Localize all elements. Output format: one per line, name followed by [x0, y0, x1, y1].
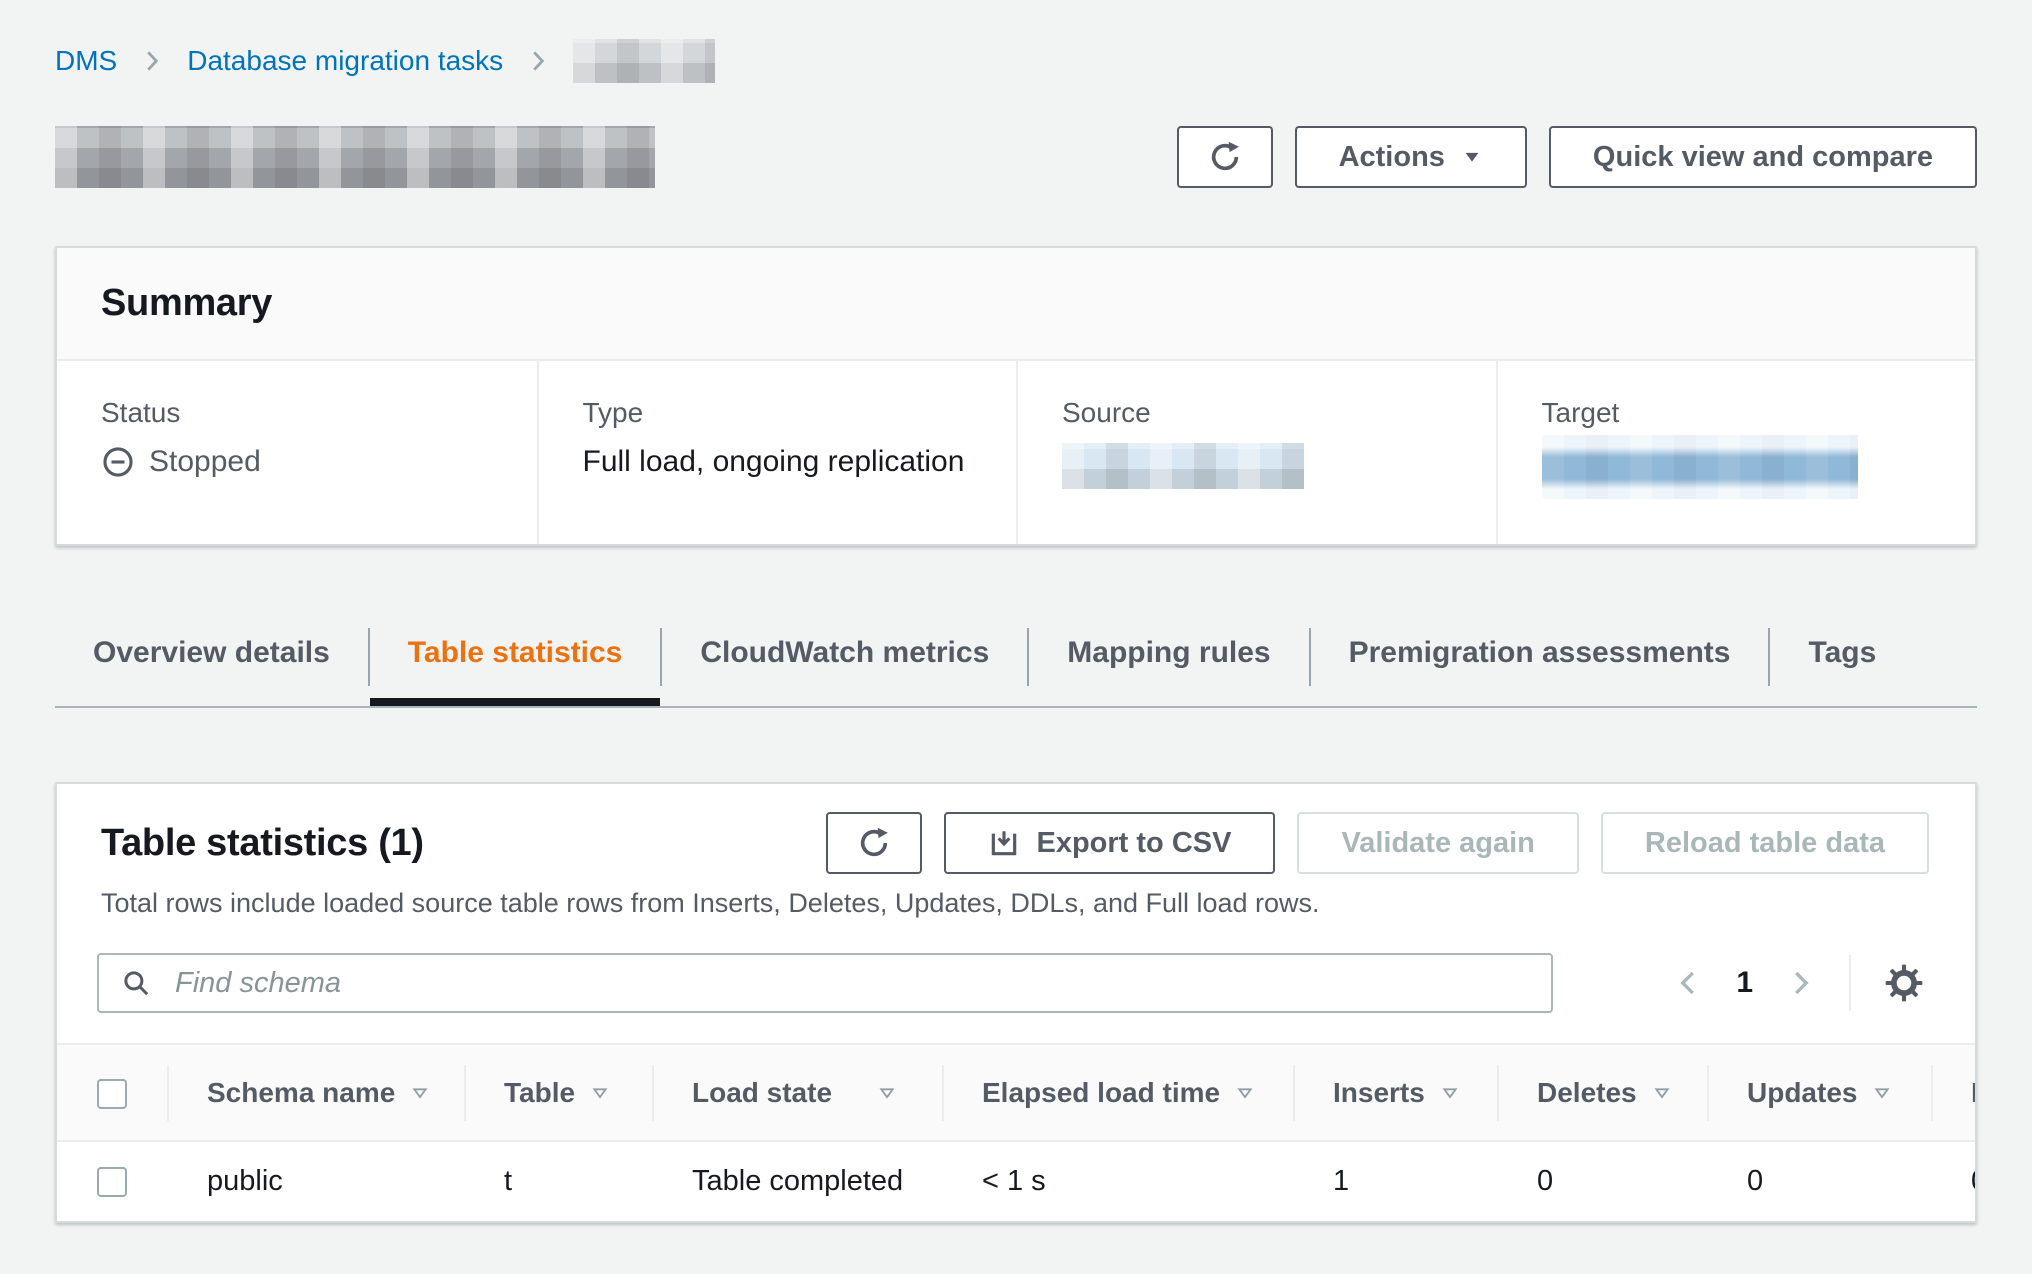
sort-caret-icon[interactable] [1871, 1082, 1893, 1104]
column-header-load-state[interactable]: Load state [652, 1045, 942, 1141]
target-label: Target [1542, 397, 1956, 429]
validate-again-button[interactable]: Validate again [1297, 812, 1578, 874]
chevron-right-icon [1785, 968, 1815, 998]
source-label: Source [1062, 397, 1476, 429]
schema-search [97, 953, 1553, 1013]
column-header-inserts[interactable]: Inserts [1293, 1045, 1497, 1141]
table-statistics-title: Table statistics (1) [101, 822, 424, 865]
pagination: 1 [1668, 955, 1929, 1011]
tab-bar: Overview details Table statistics CloudW… [55, 618, 1977, 708]
table-statistics-table: Schema name Table Load state Elapsed loa… [57, 1043, 1975, 1221]
next-page-button[interactable] [1779, 962, 1821, 1004]
find-schema-input[interactable] [97, 953, 1553, 1013]
header-actions: Actions Quick view and compare [1177, 126, 1977, 188]
type-value: Full load, ongoing replication [583, 445, 965, 479]
column-header-table[interactable]: Table [464, 1045, 652, 1141]
status-value: Stopped [149, 445, 261, 479]
table-statistics-actions: Export to CSV Validate again Reload tabl… [826, 812, 1929, 874]
refresh-icon [1208, 140, 1242, 174]
quick-view-compare-button[interactable]: Quick view and compare [1549, 126, 1977, 188]
search-icon [121, 968, 151, 998]
column-header-deletes[interactable]: Deletes [1497, 1045, 1707, 1141]
sort-caret-icon[interactable] [409, 1082, 431, 1104]
reload-table-data-label: Reload table data [1645, 827, 1885, 860]
gear-icon [1885, 964, 1923, 1002]
page-header: Actions Quick view and compare [55, 126, 1977, 188]
page-title-redacted [55, 126, 655, 188]
column-header-updates[interactable]: Updates [1707, 1045, 1931, 1141]
tab-table-statistics[interactable]: Table statistics [370, 618, 661, 706]
summary-title: Summary [101, 282, 1931, 325]
refresh-icon [857, 826, 891, 860]
breadcrumb-link-dms[interactable]: DMS [55, 45, 117, 77]
type-label: Type [583, 397, 997, 429]
cell-elapsed-load-time: < 1 s [942, 1141, 1293, 1221]
cell-updates: 0 [1707, 1141, 1931, 1221]
cell-schema-name: public [167, 1141, 464, 1221]
stopped-status-icon [101, 445, 135, 479]
tab-cloudwatch-metrics[interactable]: CloudWatch metrics [662, 618, 1027, 706]
current-page-number: 1 [1736, 966, 1753, 1000]
actions-button-label: Actions [1339, 141, 1445, 174]
column-header-elapsed-load-time[interactable]: Elapsed load time [942, 1045, 1293, 1141]
quick-view-button-label: Quick view and compare [1593, 141, 1933, 174]
previous-page-button[interactable] [1668, 962, 1710, 1004]
breadcrumb-chevron-icon [139, 48, 165, 74]
breadcrumb-chevron-icon [525, 48, 551, 74]
summary-field-type: Type Full load, ongoing replication [537, 361, 1017, 544]
summary-panel-header: Summary [57, 248, 1975, 361]
table-toolbar: 1 [57, 919, 1975, 1043]
select-all-checkbox[interactable] [97, 1079, 127, 1109]
tab-overview-details[interactable]: Overview details [55, 618, 368, 706]
table-statistics-panel: Table statistics (1) Export to CSV [55, 782, 1977, 1223]
reload-table-data-button[interactable]: Reload table data [1601, 812, 1929, 874]
dms-task-page: DMS Database migration tasks Actions Qui… [0, 0, 2032, 1274]
actions-button[interactable]: Actions [1295, 126, 1527, 188]
table-preferences-button[interactable] [1879, 958, 1929, 1008]
tab-mapping-rules[interactable]: Mapping rules [1029, 618, 1308, 706]
cell-table: t [464, 1141, 652, 1221]
chevron-down-icon [1461, 146, 1483, 168]
breadcrumb: DMS Database migration tasks [55, 38, 1977, 84]
column-header-schema-name[interactable]: Schema name [167, 1045, 464, 1141]
sort-caret-icon[interactable] [876, 1082, 898, 1104]
table-refresh-button[interactable] [826, 812, 922, 874]
tab-tags[interactable]: Tags [1770, 618, 1914, 706]
row-checkbox[interactable] [97, 1167, 127, 1197]
sort-caret-icon[interactable] [1234, 1082, 1256, 1104]
summary-field-source: Source [1016, 361, 1496, 544]
status-label: Status [101, 397, 517, 429]
table-statistics-header: Table statistics (1) Export to CSV [57, 784, 1975, 919]
column-header-ddls[interactable]: DDLs [1931, 1045, 1975, 1141]
table-statistics-description: Total rows include loaded source table r… [101, 888, 1929, 919]
breadcrumb-link-tasks[interactable]: Database migration tasks [187, 45, 503, 77]
summary-grid: Status Stopped Type Full load, ongoing r… [57, 361, 1975, 544]
summary-field-target: Target [1496, 361, 1976, 544]
sort-caret-icon[interactable] [1651, 1082, 1673, 1104]
sort-caret-icon[interactable] [589, 1082, 611, 1104]
export-csv-button[interactable]: Export to CSV [944, 812, 1275, 874]
export-download-icon [988, 827, 1020, 859]
chevron-left-icon [1674, 968, 1704, 998]
source-value-redacted [1062, 443, 1304, 489]
summary-field-status: Status Stopped [57, 361, 537, 544]
summary-panel: Summary Status Stopped Type Full load, o… [55, 246, 1977, 546]
tab-premigration-assessments[interactable]: Premigration assessments [1311, 618, 1769, 706]
breadcrumb-current-redacted [573, 39, 715, 83]
table-header-row: Schema name Table Load state Elapsed loa… [57, 1045, 1975, 1141]
validate-again-label: Validate again [1341, 827, 1534, 860]
target-value-redacted [1542, 435, 1858, 499]
cell-ddls: 0 [1931, 1141, 1975, 1221]
sort-caret-icon[interactable] [1439, 1082, 1461, 1104]
refresh-button[interactable] [1177, 126, 1273, 188]
pagination-divider [1849, 955, 1851, 1011]
cell-inserts: 1 [1293, 1141, 1497, 1221]
cell-deletes: 0 [1497, 1141, 1707, 1221]
table-row[interactable]: public t Table completed < 1 s 1 0 0 0 [57, 1141, 1975, 1221]
cell-load-state: Table completed [652, 1141, 942, 1221]
export-csv-label: Export to CSV [1036, 827, 1231, 860]
